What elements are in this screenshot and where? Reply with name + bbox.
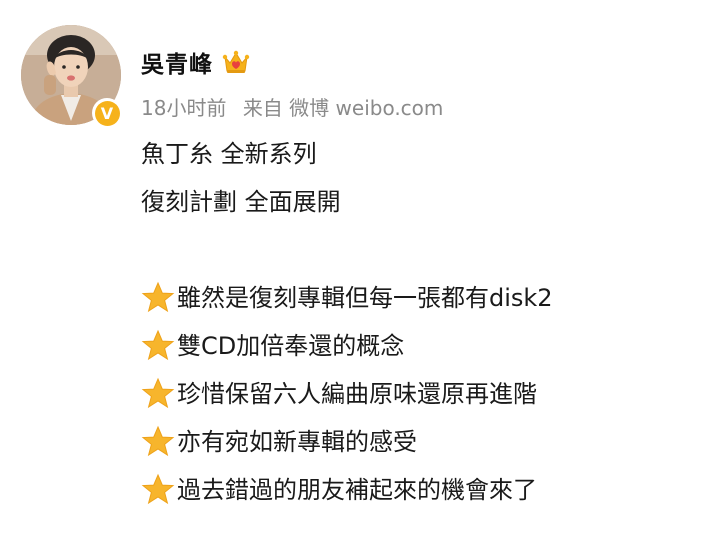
bullet-line: 雖然是復刻專輯但每一張都有disk2	[141, 274, 701, 322]
bullet-text: 過去錯過的朋友補起來的機會來了	[177, 476, 537, 504]
bullet-line: 珍惜保留六人編曲原味還原再進階	[141, 370, 701, 418]
bullet-text: 珍惜保留六人編曲原味還原再進階	[177, 380, 537, 408]
star-icon	[141, 329, 175, 361]
verified-badge: V	[92, 98, 122, 128]
avatar-container[interactable]: V	[21, 25, 122, 128]
post-meta: 18小时前 来自 微博 weibo.com	[141, 92, 443, 121]
user-name[interactable]: 吳青峰	[141, 45, 213, 79]
bullet-text: 雖然是復刻專輯但每一張都有disk2	[177, 284, 553, 312]
post-source: 来自 微博 weibo.com	[242, 96, 444, 120]
bullet-line: 雙CD加倍奉還的概念	[141, 322, 701, 370]
bullet-line: 亦有宛如新專輯的感受	[141, 418, 701, 466]
weibo-post: V 吳青峰 18小时前 来自 微博 weibo.com 魚丁糸 全新系列 復刻計…	[0, 0, 716, 556]
post-line: 魚丁糸 全新系列	[141, 140, 317, 168]
post-time[interactable]: 18小时前	[141, 96, 226, 120]
bullet-line: 過去錯過的朋友補起來的機會來了	[141, 466, 701, 514]
star-icon	[141, 473, 175, 505]
verified-icon: V	[94, 100, 120, 126]
post-content: 魚丁糸 全新系列 復刻計劃 全面展開 雖然是復刻專輯但每一張都有disk2 雙C…	[141, 130, 701, 514]
star-icon	[141, 281, 175, 313]
bullet-text: 亦有宛如新專輯的感受	[177, 428, 417, 456]
star-icon	[141, 425, 175, 457]
author-row: 吳青峰	[141, 44, 251, 80]
bullet-text: 雙CD加倍奉還的概念	[177, 332, 405, 360]
crown-icon[interactable]	[221, 47, 251, 77]
post-line: 復刻計劃 全面展開	[141, 188, 341, 216]
star-icon	[141, 377, 175, 409]
